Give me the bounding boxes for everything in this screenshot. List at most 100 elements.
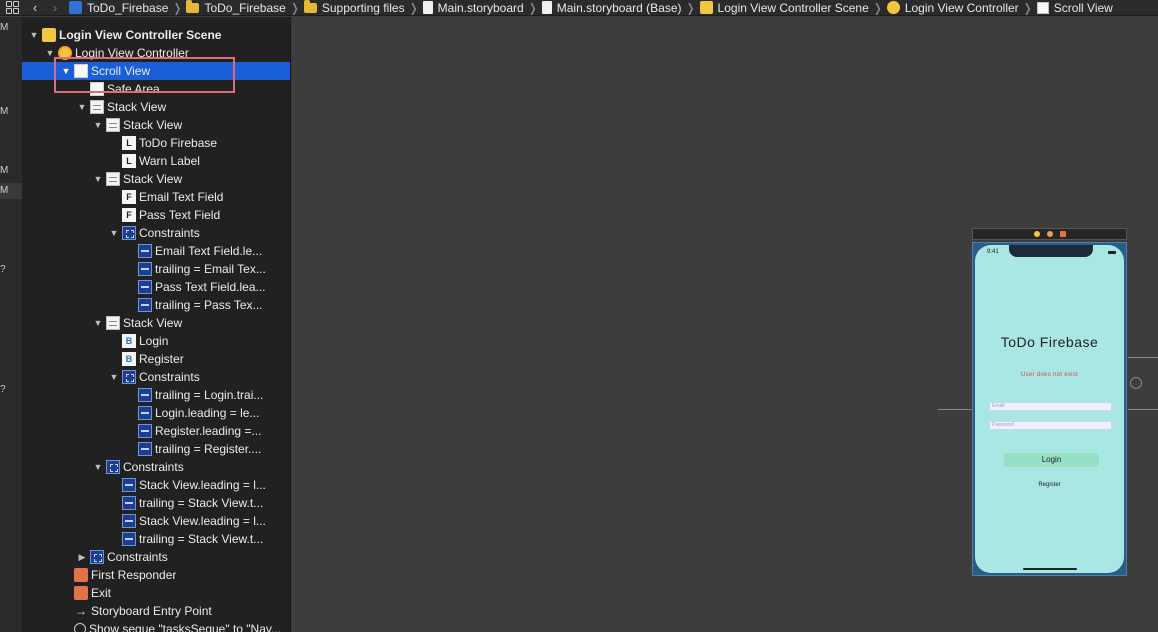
breadcrumb-label: ToDo_Firebase	[204, 0, 286, 15]
outline-row[interactable]: ▶ Constraints	[22, 548, 290, 566]
edge-text: M	[0, 165, 9, 176]
outline-row[interactable]: Stack View.leading = l...	[22, 476, 290, 494]
segue-line[interactable]	[1128, 357, 1158, 358]
outline-row-label: Register	[139, 352, 184, 366]
warn-label[interactable]: User does not exist	[975, 372, 1124, 378]
register-button[interactable]: Register	[975, 482, 1124, 488]
outline-row-label: Exit	[91, 586, 112, 600]
breadcrumb-item[interactable]: Supporting files ❭	[300, 0, 419, 15]
constraint-icon	[138, 442, 152, 456]
outline-row-label: trailing = Stack View.t...	[139, 496, 264, 510]
disclosure-triangle-icon[interactable]: ▼	[92, 120, 104, 130]
outline-row[interactable]: B Login	[22, 332, 290, 350]
scroll-view-preview[interactable]: 9:41 ToDo Firebase User does not exist E…	[975, 245, 1124, 573]
first-responder-icon[interactable]	[1046, 231, 1053, 237]
constraint-icon	[138, 424, 152, 438]
breadcrumb-item[interactable]: Main.storyboard (Base) ❭	[538, 0, 696, 15]
constraints-icon	[90, 550, 104, 564]
related-items-grid-icon[interactable]	[6, 1, 19, 14]
outline-row[interactable]: Login.leading = le...	[22, 404, 290, 422]
disclosure-triangle-icon[interactable]: ▼	[108, 228, 120, 238]
breadcrumb-item[interactable]: ToDo_Firebase ❭	[65, 0, 182, 15]
outline-row[interactable]: B Register	[22, 350, 290, 368]
outline-row[interactable]: trailing = Pass Tex...	[22, 296, 290, 314]
outline-row[interactable]: Show segue "tasksSegue" to "Nav...	[22, 620, 290, 632]
disclosure-triangle-icon[interactable]: ▼	[28, 30, 40, 40]
email-text-field[interactable]: Email	[989, 402, 1112, 411]
edge-text: ?	[0, 264, 6, 275]
document-outline[interactable]: ▼ Login View Controller Scene ▼ Login View …	[22, 17, 291, 632]
segue-line[interactable]	[1128, 409, 1158, 410]
outline-row-label: Register.leading =...	[155, 424, 262, 438]
outline-row[interactable]: L ToDo Firebase	[22, 134, 290, 152]
outline-row[interactable]: Register.leading =...	[22, 422, 290, 440]
scene-dock[interactable]	[972, 228, 1127, 240]
home-indicator	[1023, 568, 1077, 570]
breadcrumb-label: Scroll View	[1053, 0, 1113, 15]
text-field-icon: F	[122, 208, 136, 222]
breadcrumb-label: Login View Controller Scene	[717, 0, 869, 15]
outline-row[interactable]: ▼ Login View Controller Scene	[22, 26, 290, 44]
outline-row-label: Login.leading = le...	[155, 406, 260, 420]
disclosure-triangle-icon[interactable]: ▼	[76, 102, 88, 112]
outline-row-label: Warn Label	[139, 154, 200, 168]
stack-view-icon	[106, 118, 120, 132]
outline-row[interactable]: ▼ Stack View	[22, 170, 290, 188]
breadcrumb-separator-icon: ❭	[408, 0, 419, 15]
login-view-controller-frame[interactable]: 9:41 ToDo Firebase User does not exist E…	[972, 228, 1127, 576]
outline-row[interactable]: ▼ Stack View	[22, 116, 290, 134]
exit-icon	[74, 586, 88, 600]
constraint-icon	[122, 478, 136, 492]
outline-row[interactable]: trailing = Register....	[22, 440, 290, 458]
outline-row[interactable]: trailing = Login.trai...	[22, 386, 290, 404]
breadcrumb-item[interactable]: ToDo_Firebase ❭	[182, 0, 300, 15]
outline-row[interactable]: trailing = Stack View.t...	[22, 494, 290, 512]
outline-row[interactable]: ▼ Constraints	[22, 458, 290, 476]
outline-row[interactable]: ▼ Constraints	[22, 368, 290, 386]
disclosure-triangle-icon[interactable]: ▼	[92, 462, 104, 472]
outline-row[interactable]: Pass Text Field.lea...	[22, 278, 290, 296]
outline-row[interactable]: Exit	[22, 584, 290, 602]
edge-text: M	[0, 22, 9, 33]
folder-icon	[303, 0, 317, 13]
outline-row[interactable]: L Warn Label	[22, 152, 290, 170]
outline-row[interactable]: trailing = Email Tex...	[22, 260, 290, 278]
stack-view-icon	[90, 100, 104, 114]
outline-row[interactable]: ▼ Constraints	[22, 224, 290, 242]
breadcrumb-label: Main.storyboard	[437, 0, 524, 15]
disclosure-triangle-icon[interactable]: ▼	[92, 174, 104, 184]
breadcrumb-item[interactable]: Login View Controller ❭	[883, 0, 1033, 15]
outline-row-label: Email Text Field.le...	[155, 244, 263, 258]
outline-row[interactable]: Stack View.leading = l...	[22, 512, 290, 530]
outline-row[interactable]: trailing = Stack View.t...	[22, 530, 290, 548]
breadcrumb-item[interactable]: Login View Controller Scene ❭	[696, 0, 883, 15]
constraints-icon	[122, 370, 136, 384]
view-controller-icon[interactable]	[1033, 231, 1040, 237]
pass-text-field[interactable]: Password	[989, 421, 1112, 430]
app-title-label[interactable]: ToDo Firebase	[975, 334, 1124, 350]
breadcrumb-item[interactable]: Main.storyboard ❭	[419, 0, 538, 15]
outline-row-label: Constraints	[139, 226, 200, 240]
first-responder-icon	[74, 568, 88, 582]
entry-point-arrow[interactable]	[938, 409, 972, 410]
breadcrumb-item[interactable]: Scroll View	[1033, 0, 1113, 15]
exit-icon[interactable]	[1059, 231, 1066, 237]
outline-row[interactable]: Email Text Field.le...	[22, 242, 290, 260]
back-chevron-icon[interactable]: ‹	[25, 0, 45, 15]
forward-chevron-icon[interactable]: ›	[45, 0, 65, 15]
status-bar-time: 9:41	[987, 249, 999, 255]
label-icon: L	[122, 136, 136, 150]
disclosure-triangle-icon[interactable]: ▼	[108, 372, 120, 382]
outline-row[interactable]: → Storyboard Entry Point	[22, 602, 290, 620]
outline-row[interactable]: F Email Text Field	[22, 188, 290, 206]
outline-row[interactable]: ▼ Stack View	[22, 98, 290, 116]
stack-view-icon	[106, 172, 120, 186]
outline-row[interactable]: First Responder	[22, 566, 290, 584]
segue-icon[interactable]	[1130, 377, 1142, 389]
outline-row[interactable]: ▼ Stack View	[22, 314, 290, 332]
disclosure-triangle-icon[interactable]: ▶	[76, 552, 88, 563]
outline-row-label: Show segue "tasksSegue" to "Nav...	[89, 622, 281, 632]
outline-row[interactable]: F Pass Text Field	[22, 206, 290, 224]
disclosure-triangle-icon[interactable]: ▼	[92, 318, 104, 328]
login-button[interactable]: Login	[1004, 453, 1099, 467]
